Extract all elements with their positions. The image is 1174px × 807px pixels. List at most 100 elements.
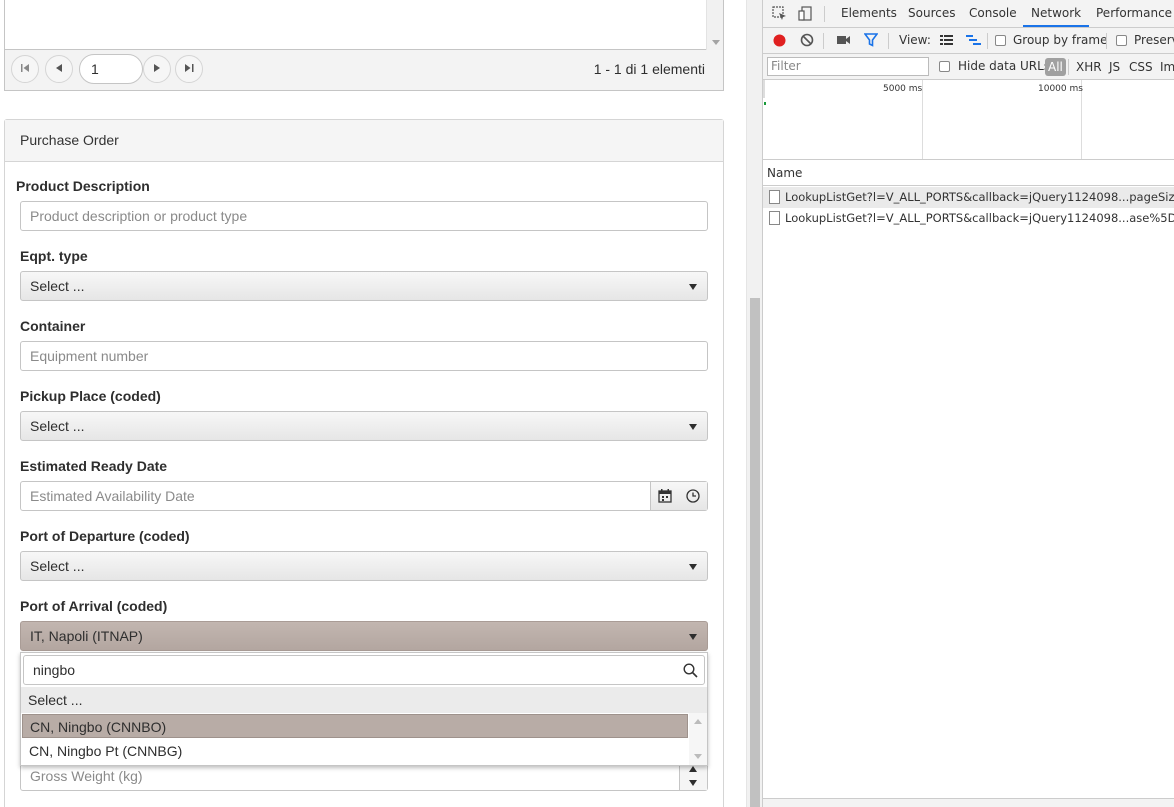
- increase-icon[interactable]: [689, 766, 697, 772]
- previous-page-button[interactable]: [45, 55, 73, 83]
- chevron-down-icon: [689, 424, 697, 430]
- clock-icon[interactable]: [686, 489, 700, 503]
- filter-input[interactable]: Filter: [767, 57, 929, 76]
- container-label: Container: [20, 318, 86, 334]
- tab-network[interactable]: Network: [1023, 0, 1090, 27]
- request-name: LookupListGet?l=V_ALL_PORTS&callback=jQu…: [785, 190, 1174, 204]
- document-icon: [769, 211, 780, 225]
- eqpt-type-value: Select ...: [30, 278, 85, 294]
- tab-performance[interactable]: Performance: [1096, 0, 1172, 27]
- estimated-ready-date-input[interactable]: Estimated Availability Date: [30, 482, 195, 510]
- filter-type-css[interactable]: CSS: [1126, 58, 1156, 76]
- gross-weight-spinner[interactable]: [679, 762, 707, 790]
- filter-type-img[interactable]: Img: [1157, 58, 1174, 76]
- product-description-input[interactable]: Product description or product type: [20, 201, 708, 231]
- large-rows-icon[interactable]: [939, 33, 954, 46]
- dropdown-search-input[interactable]: ningbo: [23, 655, 705, 685]
- eqpt-type-label: Eqpt. type: [20, 248, 88, 264]
- pickup-place-select[interactable]: Select ...: [20, 411, 708, 441]
- tab-elements[interactable]: Elements: [841, 0, 897, 27]
- divider: [1068, 59, 1069, 75]
- camera-icon[interactable]: [836, 33, 851, 46]
- preserve-log-checkbox[interactable]: [1116, 35, 1127, 46]
- filter-type-xhr[interactable]: XHR: [1073, 58, 1105, 76]
- network-toolbar: View: Group by frame Preserve: [763, 28, 1174, 54]
- name-column-header[interactable]: Name: [767, 166, 802, 180]
- decrease-icon[interactable]: [689, 780, 697, 786]
- preserve-log-label: Preserve: [1134, 33, 1174, 47]
- next-page-button[interactable]: [143, 55, 171, 83]
- scroll-up-icon[interactable]: [694, 719, 702, 724]
- last-page-button[interactable]: [175, 55, 203, 83]
- estimated-ready-date-label: Estimated Ready Date: [20, 458, 168, 474]
- chevron-down-icon: [689, 634, 697, 640]
- app-area: 1 1 - 1 di 1 elementi Purchase Order Pro…: [0, 0, 746, 807]
- grid-scrollbar[interactable]: [706, 0, 723, 50]
- network-overview-timeline[interactable]: 5000 ms 10000 ms: [763, 80, 1174, 160]
- results-grid: 1 1 - 1 di 1 elementi: [4, 0, 724, 91]
- gross-weight-placeholder: Gross Weight (kg): [30, 768, 143, 784]
- group-by-frame-checkbox[interactable]: [995, 35, 1006, 46]
- timeline-start-line: [763, 80, 765, 98]
- record-icon[interactable]: [772, 33, 787, 48]
- group-by-frame-label: Group by frame: [1013, 33, 1108, 47]
- port-of-arrival-label: Port of Arrival (coded): [20, 598, 168, 614]
- network-table-header: Name: [763, 160, 1174, 186]
- waterfall-icon[interactable]: [965, 33, 982, 46]
- timeline-activity-mark: [764, 102, 766, 105]
- calendar-icon[interactable]: [658, 489, 672, 503]
- timeline-label: 10000 ms: [1038, 84, 1083, 94]
- tab-console[interactable]: Console: [969, 0, 1017, 27]
- clear-icon[interactable]: [800, 33, 814, 47]
- dropdown-option-label[interactable]: Select ...: [21, 687, 707, 713]
- dropdown-scrollbar[interactable]: [689, 713, 707, 765]
- product-description-label: Product Description: [16, 178, 150, 194]
- table-row[interactable]: LookupListGet?l=V_ALL_PORTS&callback=jQu…: [763, 208, 1174, 229]
- tab-sources[interactable]: Sources: [908, 0, 955, 27]
- eqpt-type-select[interactable]: Select ...: [20, 271, 708, 301]
- port-of-arrival-value: IT, Napoli (ITNAP): [30, 628, 143, 644]
- page-number-input[interactable]: 1: [79, 54, 143, 84]
- dropdown-search-value: ningbo: [33, 662, 76, 678]
- scroll-down-icon[interactable]: [712, 40, 720, 45]
- timeline-label: 5000 ms: [883, 84, 923, 94]
- filter-type-all[interactable]: All: [1045, 58, 1066, 76]
- chevron-down-icon: [689, 284, 697, 290]
- page-scrollbar-thumb[interactable]: [750, 298, 760, 807]
- grid-pager: 1 1 - 1 di 1 elementi: [5, 50, 723, 90]
- previous-page-icon: [56, 64, 62, 74]
- inspect-element-icon[interactable]: [772, 6, 787, 21]
- scroll-down-icon[interactable]: [694, 754, 702, 759]
- filter-type-js[interactable]: JS: [1106, 58, 1123, 76]
- device-toolbar-icon[interactable]: [798, 6, 813, 21]
- page-scrollbar[interactable]: [746, 0, 762, 807]
- first-page-button[interactable]: [11, 55, 39, 83]
- table-row[interactable]: LookupListGet?l=V_ALL_PORTS&callback=jQu…: [763, 187, 1174, 208]
- list-item[interactable]: CN, Ningbo (CNNBO): [22, 714, 688, 738]
- last-page-icon: [184, 64, 194, 74]
- pager-info: 1 - 1 di 1 elementi: [593, 61, 705, 77]
- port-of-arrival-select[interactable]: IT, Napoli (ITNAP): [20, 621, 708, 651]
- pickup-place-value: Select ...: [30, 418, 85, 434]
- view-label: View:: [899, 33, 931, 47]
- devtools-status-bar: [763, 798, 1174, 807]
- estimated-ready-date-picker[interactable]: Estimated Availability Date: [20, 481, 708, 511]
- filter-icon[interactable]: [864, 33, 878, 47]
- port-of-arrival-dropdown: ningbo Select ... CN, Ningbo (CNNBO) CN,…: [20, 652, 708, 766]
- devtools-panel: Elements Sources Console Network Perform…: [762, 0, 1174, 807]
- request-name: LookupListGet?l=V_ALL_PORTS&callback=jQu…: [785, 211, 1174, 225]
- divider: [987, 33, 988, 49]
- pickup-place-label: Pickup Place (coded): [20, 388, 161, 404]
- hide-data-urls-checkbox[interactable]: [939, 61, 950, 72]
- grid-content: [5, 0, 723, 50]
- next-page-icon: [154, 64, 160, 74]
- list-item[interactable]: CN, Ningbo Pt (CNNBG): [22, 739, 688, 763]
- hide-data-urls-label: Hide data URLs: [958, 59, 1051, 73]
- container-input[interactable]: Equipment number: [20, 341, 708, 371]
- panel-title: Purchase Order: [5, 120, 723, 162]
- port-of-departure-select[interactable]: Select ...: [20, 551, 708, 581]
- divider: [824, 6, 825, 22]
- date-buttons: [650, 482, 707, 510]
- network-filter-bar: Filter Hide data URLs All XHR JS CSS Img: [763, 54, 1174, 80]
- document-icon: [769, 190, 780, 204]
